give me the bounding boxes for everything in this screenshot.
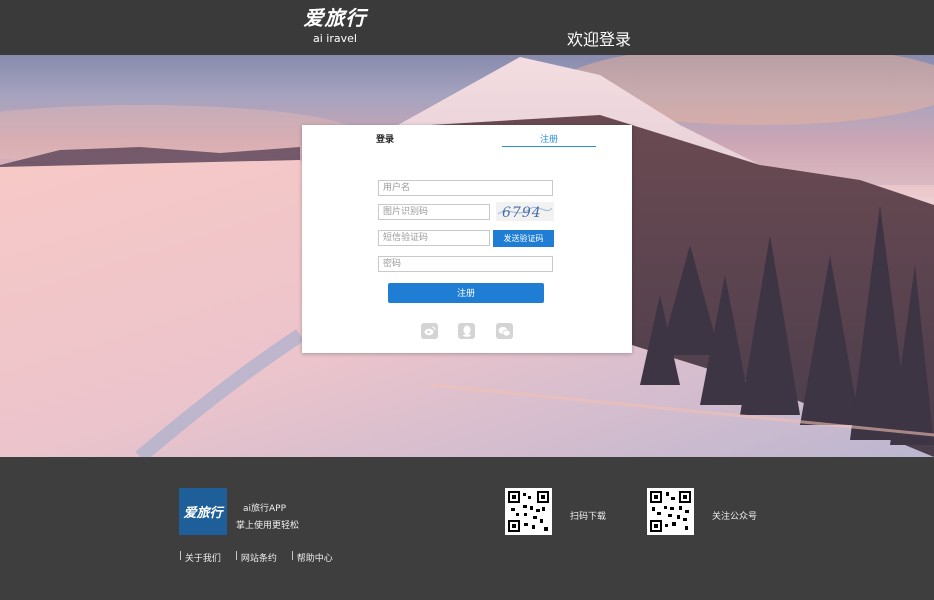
- register-card: 登录 注册 6794 发送验证码 注册: [302, 125, 632, 353]
- logo-subtitle: ai iravel: [313, 32, 357, 45]
- captcha-image[interactable]: 6794: [496, 202, 554, 221]
- username-input[interactable]: [378, 180, 553, 196]
- qq-icon[interactable]: [458, 323, 475, 339]
- link-site-terms[interactable]: 网站条约: [241, 551, 277, 564]
- weibo-icon[interactable]: [421, 323, 438, 339]
- qr-official-account-label: 关注公众号: [712, 512, 758, 522]
- captcha-input[interactable]: [378, 204, 490, 220]
- link-about-us[interactable]: 关于我们: [185, 551, 221, 564]
- download-qr-code: [505, 488, 552, 535]
- tab-login[interactable]: 登录: [376, 132, 394, 145]
- official-account-qr-code: [647, 488, 694, 535]
- sms-code-input[interactable]: [378, 230, 490, 246]
- qr-download-label: 扫码下载: [570, 512, 607, 522]
- captcha-text: 6794: [502, 205, 542, 221]
- password-input[interactable]: [378, 256, 553, 272]
- site-logo[interactable]: 爱旅行 ai iravel: [300, 6, 370, 46]
- page-footer: 爱旅行 ai旅行APP 掌上使用更轻松 | 关于我们 | 网站条约 | 帮助中心…: [0, 457, 934, 600]
- logo-text: 爱旅行: [303, 6, 367, 30]
- send-code-button[interactable]: 发送验证码: [493, 230, 554, 247]
- footer-logo-text: 爱旅行: [183, 506, 223, 521]
- wechat-icon[interactable]: [496, 323, 513, 339]
- footer-logo[interactable]: 爱旅行: [179, 488, 227, 535]
- tab-register[interactable]: 注册: [502, 132, 596, 147]
- top-header: 爱旅行 ai iravel 欢迎登录: [0, 0, 934, 55]
- app-slogan: 掌上使用更轻松: [236, 521, 300, 531]
- register-button[interactable]: 注册: [388, 283, 544, 303]
- page-title: 欢迎登录: [567, 30, 632, 49]
- footer-links: | 关于我们 | 网站条约 | 帮助中心: [179, 551, 333, 564]
- link-help-center[interactable]: 帮助中心: [297, 551, 333, 564]
- app-name: ai旅行APP: [243, 504, 287, 514]
